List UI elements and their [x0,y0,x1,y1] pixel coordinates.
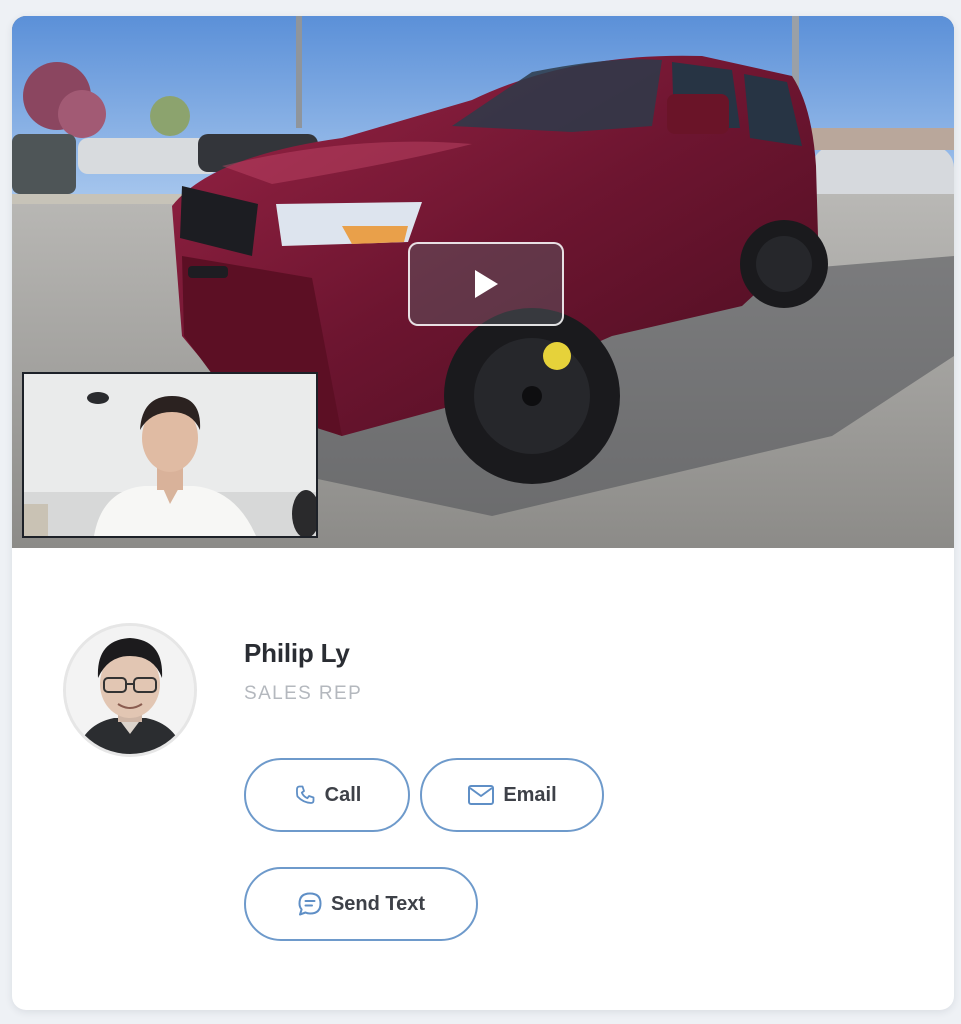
send-text-label: Send Text [330,892,426,915]
rep-title: SALES REP [244,683,363,704]
email-button[interactable]: Email [420,758,604,832]
send-text-button[interactable]: Send Text [244,867,478,941]
call-button[interactable]: Call [244,758,410,832]
email-label: Email [503,783,557,806]
play-icon [471,267,501,301]
picture-in-picture-video[interactable] [22,372,318,538]
sales-rep-card: Philip Ly SALES REP Call Email Send Text [12,16,954,1010]
chat-bubble-icon [297,891,323,917]
phone-icon [293,783,317,807]
play-button[interactable] [408,242,564,326]
avatar [63,623,197,757]
mail-icon [467,784,495,806]
rep-name: Philip Ly [244,638,350,668]
call-label: Call [324,783,362,806]
presenter-webcam [24,374,316,536]
video-thumbnail[interactable] [12,16,954,548]
